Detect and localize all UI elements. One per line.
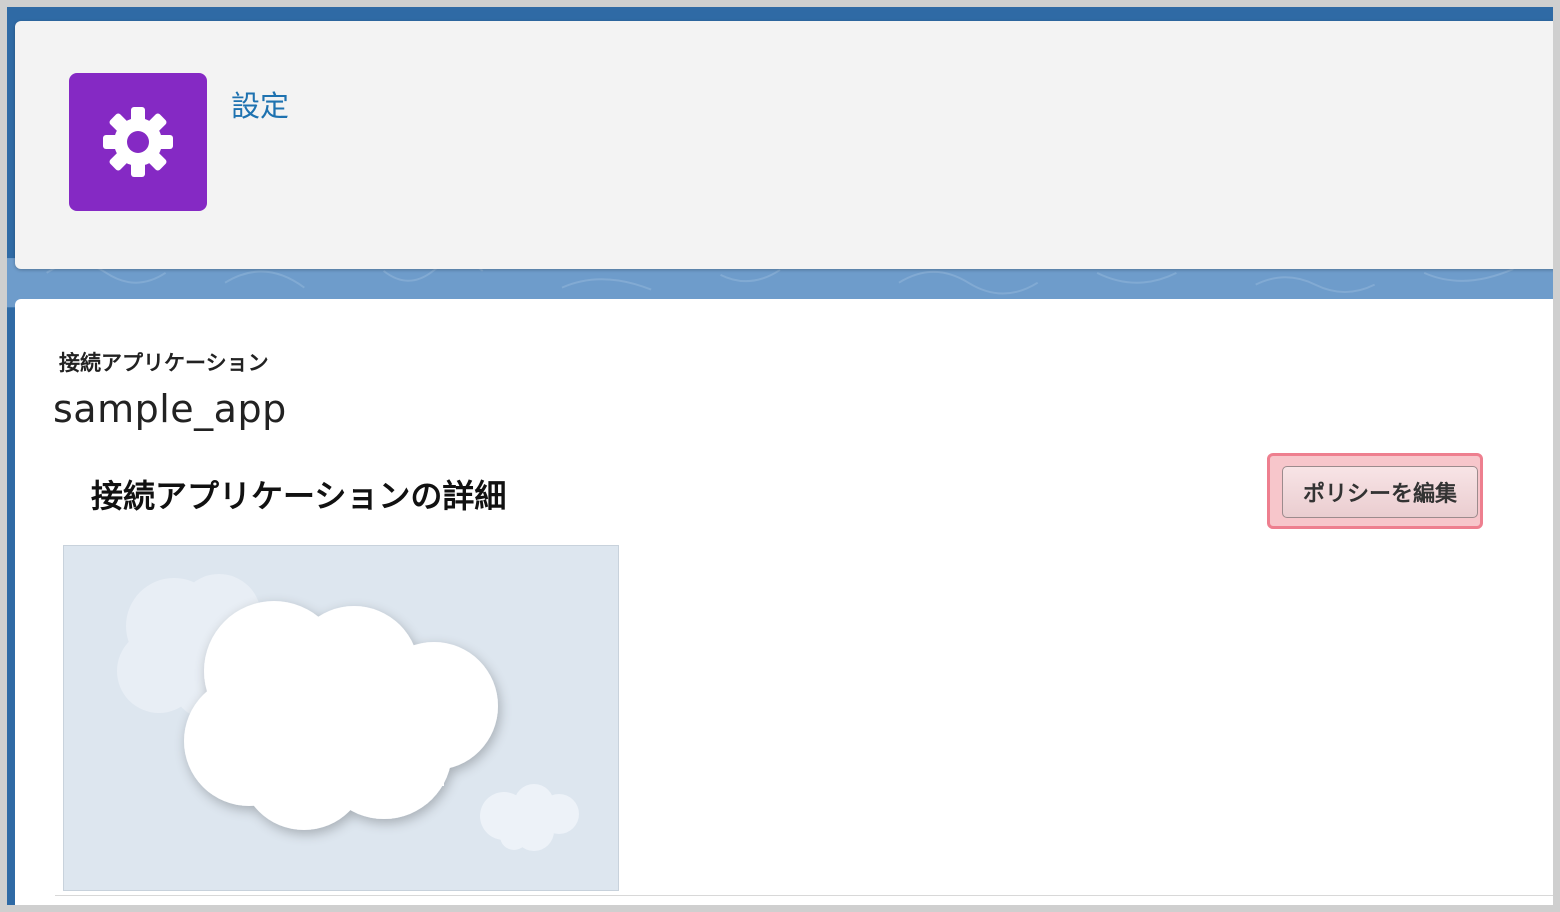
page-subtitle: 接続アプリケーション (59, 351, 269, 375)
section-divider (55, 895, 1553, 896)
gear-icon (69, 73, 207, 211)
edit-policy-button[interactable]: ポリシーを編集 (1282, 466, 1478, 518)
cloud-logo (117, 574, 579, 851)
screenshot-frame: 設定 接続アプリケーション sample_app 接続アプリケーションの詳細 ポ… (0, 0, 1560, 912)
page-title: sample_app (53, 387, 287, 431)
app-logo-image (63, 545, 619, 891)
page-header: 設定 (15, 21, 1553, 269)
setup-link[interactable]: 設定 (231, 83, 289, 125)
edit-policy-highlight: ポリシーを編集 (1267, 453, 1483, 529)
content-panel: 接続アプリケーション sample_app 接続アプリケーションの詳細 ポリシー… (15, 299, 1553, 905)
section-title: 接続アプリケーションの詳細 (91, 477, 507, 515)
